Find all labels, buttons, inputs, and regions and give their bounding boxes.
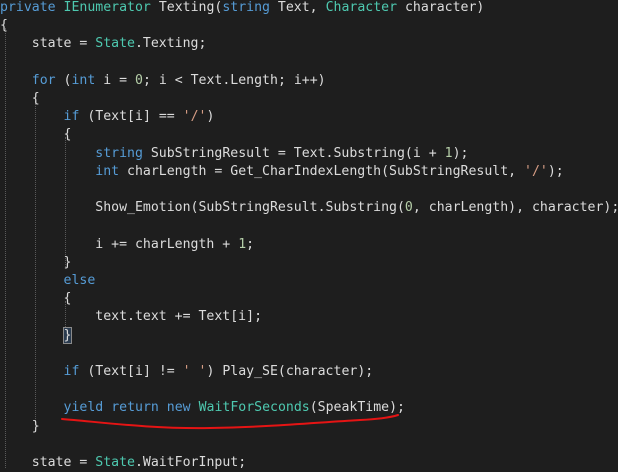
code-token: ); bbox=[452, 145, 469, 161]
code-token: i += charLength + bbox=[0, 236, 239, 252]
code-token: State bbox=[95, 36, 135, 52]
code-token: ( bbox=[55, 72, 72, 88]
code-token: for bbox=[31, 72, 56, 88]
code-token: { bbox=[0, 91, 40, 106]
code-token: '/' bbox=[524, 163, 548, 179]
code-token: { bbox=[0, 291, 72, 307]
code-token: ) Play_SE(character); bbox=[206, 364, 374, 379]
code-token: 1 bbox=[444, 145, 453, 161]
code-token: , charLength), character); bbox=[412, 200, 618, 216]
code-token: } bbox=[0, 418, 40, 434]
code-token: IEnumerator bbox=[63, 0, 151, 15]
code-token: new bbox=[166, 400, 191, 416]
code-token: int bbox=[71, 72, 96, 88]
code-token: 1 bbox=[238, 236, 247, 252]
code-line[interactable]: if (Text[i] != ' ') Play_SE(character); bbox=[0, 363, 374, 381]
code-token: { bbox=[0, 18, 8, 34]
code-token: .WaitForInput; bbox=[134, 455, 247, 470]
code-token: i = bbox=[95, 72, 136, 88]
code-token: return bbox=[111, 400, 159, 416]
code-line[interactable]: state = State.WaitForInput; bbox=[0, 454, 246, 472]
code-line[interactable]: private IEnumerator Texting(string Text,… bbox=[0, 0, 484, 17]
code-line[interactable]: { bbox=[0, 90, 40, 108]
code-token: if bbox=[63, 364, 80, 379]
code-token: } bbox=[0, 254, 72, 270]
code-token: Text, bbox=[269, 0, 326, 15]
code-token: ) bbox=[206, 109, 215, 125]
code-token: yield bbox=[63, 400, 104, 416]
code-token: character) bbox=[397, 0, 485, 15]
code-token: (SpeakTime); bbox=[309, 400, 405, 416]
code-token: state = bbox=[0, 36, 96, 52]
code-token: '/' bbox=[182, 109, 207, 125]
code-token: WaitForSeconds bbox=[198, 400, 310, 416]
code-token: if bbox=[63, 109, 80, 125]
code-token: Texting( bbox=[150, 0, 223, 15]
code-token: 0 bbox=[135, 72, 143, 88]
code-token: charLength = Get_CharIndexLength(SubStri… bbox=[119, 163, 525, 179]
code-line[interactable]: { bbox=[0, 17, 8, 35]
code-line[interactable]: for (int i = 0; i < Text.Length; i++) bbox=[0, 72, 326, 90]
code-line[interactable]: Show_Emotion(SubStringResult.Substring(0… bbox=[0, 199, 618, 217]
code-line[interactable]: } bbox=[0, 418, 40, 436]
code-line[interactable]: i += charLength + 1; bbox=[0, 236, 254, 254]
code-token: (Text[i] != bbox=[79, 364, 183, 379]
code-token: ' ' bbox=[182, 364, 207, 379]
code-line[interactable]: int charLength = Get_CharIndexLength(Sub… bbox=[0, 163, 564, 181]
code-editor[interactable]: private IEnumerator Texting(string Text,… bbox=[0, 0, 618, 472]
code-token: ); bbox=[547, 163, 564, 179]
code-token: private bbox=[0, 0, 56, 15]
code-token: ; bbox=[246, 236, 255, 252]
code-token: { bbox=[0, 127, 72, 143]
highlighted-bracket: } bbox=[62, 326, 73, 344]
code-line[interactable]: } bbox=[0, 254, 72, 272]
code-token: string bbox=[222, 0, 270, 15]
code-line[interactable]: { bbox=[0, 290, 72, 308]
code-token: int bbox=[95, 163, 120, 179]
code-token: SubStringResult = Text.Substring(i + bbox=[142, 145, 445, 161]
code-token: Show_Emotion(SubStringResult.Substring( bbox=[0, 200, 405, 216]
code-token: state = bbox=[0, 455, 96, 470]
code-line[interactable]: else bbox=[0, 272, 96, 290]
code-token: ; i < Text.Length; i++) bbox=[142, 72, 326, 88]
code-line[interactable]: } bbox=[0, 326, 73, 345]
code-line[interactable]: state = State.Texting; bbox=[0, 35, 207, 53]
code-token: else bbox=[63, 273, 96, 288]
code-line[interactable]: text.text += Text[i]; bbox=[0, 308, 262, 326]
code-line[interactable]: yield return new WaitForSeconds(SpeakTim… bbox=[0, 399, 405, 417]
code-line[interactable]: { bbox=[0, 126, 72, 144]
code-token: (Text[i] == bbox=[79, 109, 183, 125]
code-token: text.text += Text[i]; bbox=[0, 309, 263, 325]
code-token: 0 bbox=[404, 200, 413, 216]
code-line[interactable]: string SubStringResult = Text.Substring(… bbox=[0, 145, 468, 163]
code-line[interactable]: if (Text[i] == '/') bbox=[0, 108, 215, 126]
code-token: Character bbox=[325, 0, 398, 15]
code-token: State bbox=[95, 455, 135, 470]
code-token: .Texting; bbox=[134, 36, 207, 52]
code-token: string bbox=[95, 145, 143, 161]
